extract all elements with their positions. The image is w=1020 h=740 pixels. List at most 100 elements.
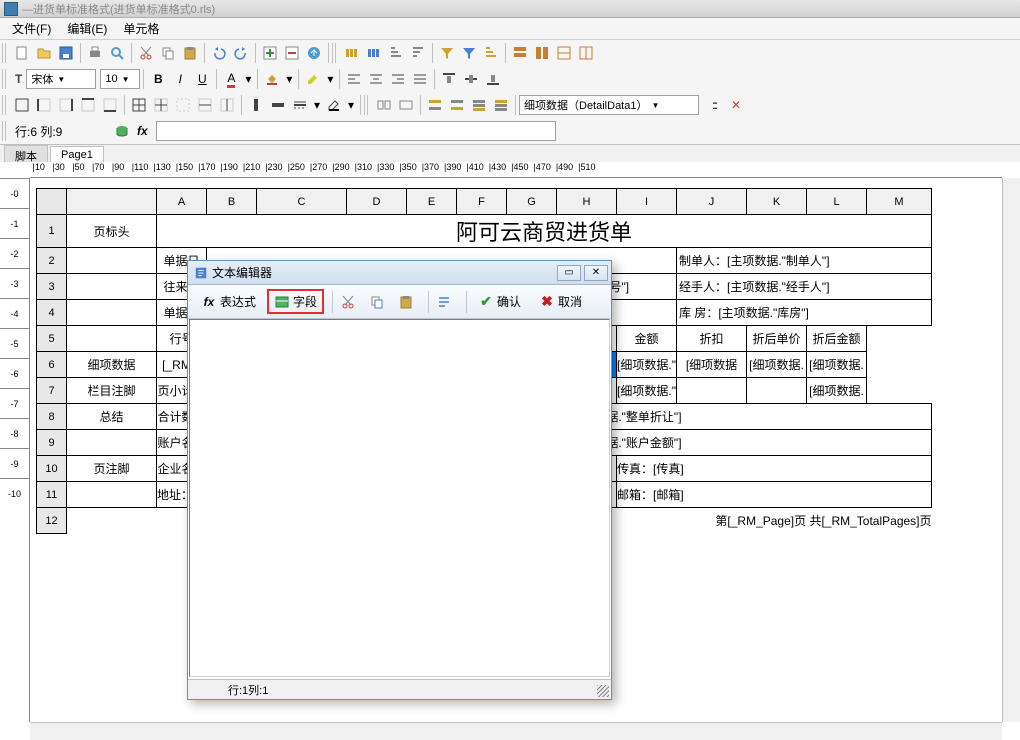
valign-middle-button[interactable] [460, 68, 482, 90]
dropdown-icon[interactable]: ▾ [283, 68, 295, 90]
thick-border-button[interactable] [245, 94, 267, 116]
align-center-button[interactable] [365, 68, 387, 90]
cell[interactable] [67, 430, 157, 456]
dialog-cancel-button[interactable]: ✖ 取消 [532, 289, 589, 314]
cell[interactable] [67, 248, 157, 274]
cell[interactable]: [细项数据." [617, 378, 677, 404]
dialog-text-area[interactable] [189, 319, 610, 677]
dropdown-icon[interactable]: ▾ [345, 94, 357, 116]
save-button[interactable] [55, 42, 77, 64]
sort-desc-button[interactable] [407, 42, 429, 64]
vertical-scrollbar[interactable] [1002, 178, 1020, 722]
menu-file[interactable]: 文件(F) [4, 18, 59, 39]
thick-h-border-button[interactable] [267, 94, 289, 116]
band-3-button[interactable] [468, 94, 490, 116]
cell[interactable]: [细项数据 [677, 352, 747, 378]
cell[interactable] [67, 326, 157, 352]
col-header[interactable]: J [677, 189, 747, 215]
cell[interactable]: 折后单价 [747, 326, 807, 352]
fill-color-button[interactable] [261, 68, 283, 90]
toolbar-grip[interactable] [2, 69, 8, 89]
cell[interactable]: 第[_RM_Page]页 共[_RM_TotalPages]页 [617, 508, 932, 534]
col-header[interactable]: E [407, 189, 457, 215]
dialog-paste-button[interactable] [395, 290, 420, 314]
cell[interactable]: [细项数据. [807, 352, 867, 378]
dialog-minimize-button[interactable]: ▭ [557, 265, 581, 281]
underline-button[interactable]: U [191, 68, 213, 90]
cell[interactable]: 制单人：[主项数据."制单人"] [677, 248, 932, 274]
border-outer-button[interactable] [11, 94, 33, 116]
cell[interactable]: [细项数据. [747, 352, 807, 378]
dialog-copy-button[interactable] [366, 290, 391, 314]
col-header[interactable]: D [347, 189, 407, 215]
dialog-title-bar[interactable]: 文本编辑器 ▭ ✕ [188, 261, 611, 285]
toolbar-grip[interactable] [2, 95, 8, 115]
menu-edit[interactable]: 编辑(E) [59, 18, 115, 39]
cell[interactable] [67, 508, 157, 534]
row-header[interactable]: 2 [37, 248, 67, 274]
align-left-button[interactable] [343, 68, 365, 90]
border-bottom-button[interactable] [99, 94, 121, 116]
row-header[interactable]: 8 [37, 404, 67, 430]
cell[interactable]: 传真：[传真] [617, 456, 932, 482]
row-header[interactable]: 12 [37, 508, 67, 534]
col-header[interactable]: F [457, 189, 507, 215]
font-size-combo[interactable]: 10▼ [100, 69, 140, 89]
col-header[interactable]: L [807, 189, 867, 215]
corner-cell[interactable] [37, 189, 67, 215]
insert-sheet-button[interactable] [259, 42, 281, 64]
border-none-button[interactable] [172, 94, 194, 116]
line-style-button[interactable] [289, 94, 311, 116]
dropdown-icon[interactable]: ▾ [311, 94, 323, 116]
cell[interactable]: [细项数据. [807, 378, 867, 404]
band-close-button[interactable]: ✕ [725, 94, 747, 116]
row-header[interactable]: 10 [37, 456, 67, 482]
row-header[interactable]: 5 [37, 326, 67, 352]
toolbar-grip[interactable] [364, 95, 370, 115]
cell[interactable] [67, 274, 157, 300]
export-button[interactable] [303, 42, 325, 64]
title-cell[interactable]: 阿可云商贸进货单 [157, 215, 932, 248]
field-button[interactable]: 字段 [267, 289, 324, 314]
cell[interactable] [67, 482, 157, 508]
align-justify-button[interactable] [409, 68, 431, 90]
col-header-blank[interactable] [67, 189, 157, 215]
paste-button[interactable] [179, 42, 201, 64]
col-header[interactable]: K [747, 189, 807, 215]
unfreeze-button[interactable] [575, 42, 597, 64]
band-props-button[interactable]: ::: [703, 94, 725, 116]
cell[interactable]: 邮箱：[邮箱] [617, 482, 932, 508]
row-label[interactable]: 页标头 [67, 215, 157, 248]
row-header[interactable]: 7 [37, 378, 67, 404]
dialog-close-button[interactable]: ✕ [584, 265, 608, 281]
col-header[interactable]: H [557, 189, 617, 215]
cell[interactable]: 金额 [617, 326, 677, 352]
undo-button[interactable] [208, 42, 230, 64]
dialog-cut-button[interactable] [337, 290, 362, 314]
row-header[interactable]: 4 [37, 300, 67, 326]
group-button[interactable] [341, 42, 363, 64]
row-header[interactable]: 9 [37, 430, 67, 456]
formula-input[interactable] [156, 121, 556, 141]
toolbar-grip[interactable] [2, 43, 8, 63]
font-name-combo[interactable]: 宋体▼ [26, 69, 96, 89]
toolbar-grip[interactable] [2, 121, 8, 141]
band-2-button[interactable] [446, 94, 468, 116]
sum-button[interactable] [480, 42, 502, 64]
dropdown-icon[interactable]: ▾ [242, 68, 254, 90]
open-button[interactable] [33, 42, 55, 64]
col-header[interactable]: B [207, 189, 257, 215]
cell[interactable] [67, 300, 157, 326]
align-right-button[interactable] [387, 68, 409, 90]
cell[interactable]: 库 房：[主项数据."库房"] [677, 300, 932, 326]
menu-cell[interactable]: 单元格 [115, 18, 167, 39]
border-all-button[interactable] [128, 94, 150, 116]
cell[interactable]: 折后金额 [807, 326, 867, 352]
delete-row-button[interactable] [531, 42, 553, 64]
cell[interactable]: 栏目注脚 [67, 378, 157, 404]
row-header[interactable]: 11 [37, 482, 67, 508]
border-left-button[interactable] [33, 94, 55, 116]
bold-button[interactable]: B [147, 68, 169, 90]
cell[interactable]: 折扣 [677, 326, 747, 352]
expression-button[interactable]: fx 表达式 [194, 289, 263, 314]
